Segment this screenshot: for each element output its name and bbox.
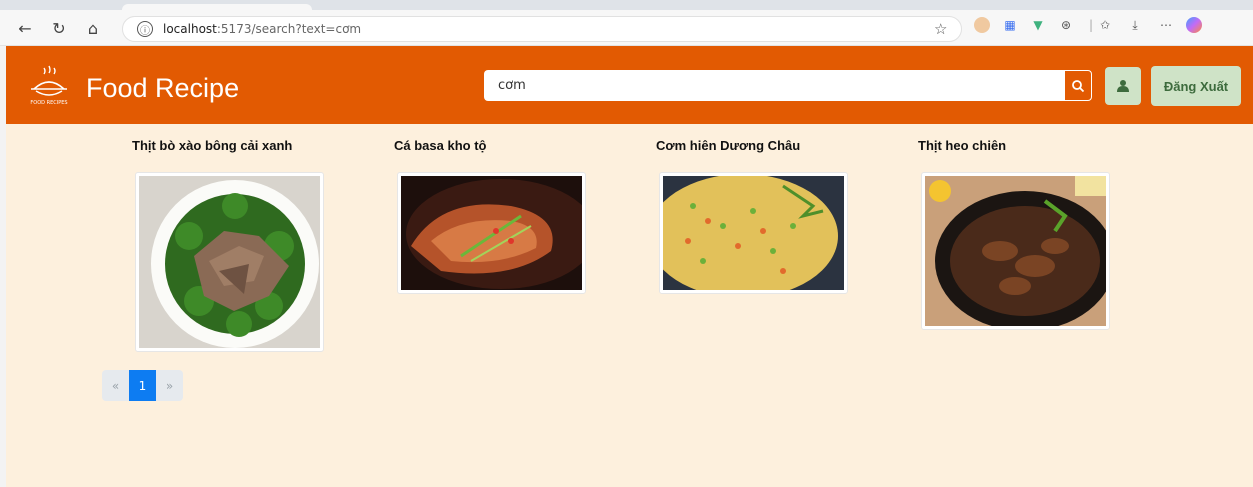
recipe-image[interactable] (921, 172, 1110, 330)
profile-button[interactable] (1105, 67, 1141, 105)
favorites-icon[interactable]: ✩ (1097, 17, 1113, 33)
home-icon[interactable]: ⌂ (80, 16, 106, 40)
pagination: « 1 » (102, 370, 183, 401)
logo-icon[interactable]: FOOD RECIPES (26, 62, 72, 108)
pagination-prev[interactable]: « (102, 370, 129, 401)
search-icon (1072, 79, 1085, 92)
recipe-title[interactable]: Cá basa kho tộ (394, 138, 486, 153)
tab-strip (0, 0, 1253, 10)
brand-title[interactable]: Food Recipe (86, 73, 239, 104)
back-icon[interactable]: ← (12, 16, 38, 40)
fried-pork-photo (925, 176, 1109, 329)
user-icon (1117, 80, 1129, 92)
search-button[interactable] (1064, 70, 1092, 101)
downloads-icon[interactable]: ⤓ (1127, 17, 1143, 33)
favorite-star-icon[interactable]: ☆ (934, 20, 947, 38)
recipe-image[interactable] (135, 172, 324, 352)
recipe-image[interactable] (659, 172, 848, 294)
site-header: FOOD RECIPES Food Recipe Đăng Xuất (6, 46, 1253, 124)
fried-rice-photo (660, 174, 844, 293)
logo-caption: FOOD RECIPES (30, 100, 67, 106)
recipe-title[interactable]: Thịt heo chiên (918, 138, 1006, 153)
recipe-title[interactable]: Thịt bò xào bông cải xanh (132, 138, 292, 153)
recipe-image[interactable] (397, 172, 586, 294)
beef-broccoli-photo (139, 176, 320, 348)
extensions-icon[interactable]: ⊛ (1058, 17, 1074, 33)
address-bar[interactable]: ⓘ localhost:5173/search?text=cơm ☆ (122, 16, 962, 42)
site-info-icon[interactable]: ⓘ (137, 21, 153, 37)
url-host: localhost (163, 22, 217, 36)
url-path: :5173/search?text=cơm (216, 22, 362, 36)
logout-button[interactable]: Đăng Xuất (1151, 66, 1241, 106)
pagination-page-1[interactable]: 1 (129, 370, 156, 401)
pagination-next[interactable]: » (156, 370, 183, 401)
reload-icon[interactable]: ↻ (46, 16, 72, 40)
page: FOOD RECIPES Food Recipe Đăng Xuất Thịt … (6, 46, 1253, 487)
vue-devtools-icon[interactable]: ▼ (1030, 17, 1046, 33)
basa-fish-photo (401, 176, 585, 290)
copilot-icon[interactable] (1186, 17, 1202, 33)
search-input[interactable] (484, 70, 1064, 101)
more-menu-icon[interactable]: ⋯ (1158, 17, 1174, 33)
recipe-title[interactable]: Cơm hiên Dương Châu (656, 138, 800, 153)
extension-avatar-icon[interactable] (974, 17, 990, 33)
url-text[interactable]: localhost:5173/search?text=cơm (163, 22, 361, 36)
translate-icon[interactable]: ▦ (1002, 17, 1018, 33)
